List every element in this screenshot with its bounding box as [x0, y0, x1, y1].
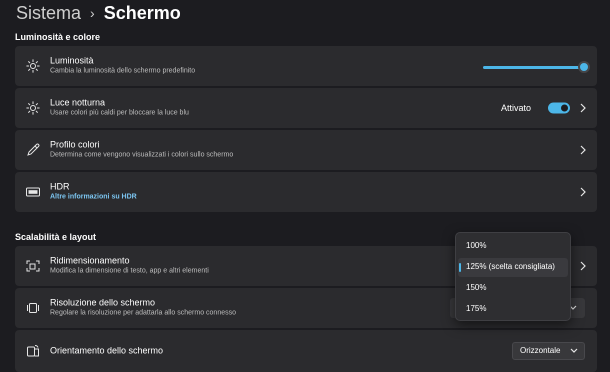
breadcrumb-parent-link[interactable]: Sistema [16, 3, 81, 24]
resolution-icon [27, 303, 39, 313]
color-profile-card[interactable]: Profilo colori Determina come vengono vi… [15, 130, 597, 170]
page-title: Schermo [103, 2, 181, 23]
section-title-scale-layout: Scalabilità e layout [15, 232, 97, 242]
orientation-icon [27, 345, 39, 357]
brightness-title: Luminosità [50, 55, 94, 66]
night-light-title: Luce notturna [50, 97, 106, 108]
orientation-select-value: Orizzontale [520, 346, 561, 355]
scale-dropdown-menu: 100% 125% (scelta consigliata) 150% 175% [455, 232, 571, 321]
chevron-right-icon [580, 261, 586, 271]
color-profile-subtitle: Determina come vengono visualizzati i co… [50, 151, 234, 159]
chevron-right-icon [580, 145, 586, 155]
chevron-down-icon [570, 348, 578, 353]
brightness-slider-thumb[interactable] [578, 61, 590, 73]
scale-subtitle: Modifica la dimensione di testo, app e a… [50, 267, 209, 275]
brightness-slider-track[interactable] [483, 66, 583, 69]
brightness-card: Luminosità Cambia la luminosità dello sc… [15, 46, 597, 86]
hdr-icon [26, 187, 40, 197]
scale-option-150[interactable]: 150% [458, 279, 568, 298]
toggle-knob [561, 104, 568, 112]
section-title-brightness-color: Luminosità e colore [15, 32, 101, 42]
scale-title: Ridimensionamento [50, 255, 130, 266]
hdr-info-link[interactable]: Altre informazioni su HDR [50, 193, 137, 203]
color-profile-title: Profilo colori [50, 139, 100, 150]
selected-indicator [459, 263, 461, 272]
breadcrumb: Sistema › Schermo [16, 0, 181, 26]
breadcrumb-separator: › [90, 5, 95, 21]
sun-icon [26, 59, 40, 73]
resolution-title: Risoluzione dello schermo [50, 297, 156, 308]
scale-option-100[interactable]: 100% [458, 237, 568, 256]
orientation-title: Orientamento dello schermo [50, 345, 164, 356]
sun-icon [26, 101, 40, 115]
scale-option-175[interactable]: 175% [458, 300, 568, 319]
night-light-subtitle: Usare colori più caldi per bloccare la l… [50, 109, 189, 117]
hdr-card[interactable]: HDR Altre informazioni su HDR [15, 172, 597, 212]
resolution-subtitle: Regolare la risoluzione per adattarla al… [50, 309, 236, 317]
night-light-toggle[interactable] [548, 102, 570, 114]
chevron-right-icon [580, 187, 586, 197]
night-light-status: Attivato [500, 103, 531, 113]
hdr-title: HDR [50, 181, 70, 192]
orientation-card: Orientamento dello schermo Orizzontale [15, 330, 597, 372]
eyedropper-icon [27, 143, 40, 156]
orientation-select[interactable]: Orizzontale [512, 342, 585, 360]
scale-icon [26, 260, 40, 272]
night-light-card[interactable]: Luce notturna Usare colori più caldi per… [15, 88, 597, 128]
chevron-right-icon [580, 103, 586, 113]
brightness-subtitle: Cambia la luminosità dello schermo prede… [50, 67, 196, 75]
scale-option-125[interactable]: 125% (scelta consigliata) [458, 258, 568, 277]
